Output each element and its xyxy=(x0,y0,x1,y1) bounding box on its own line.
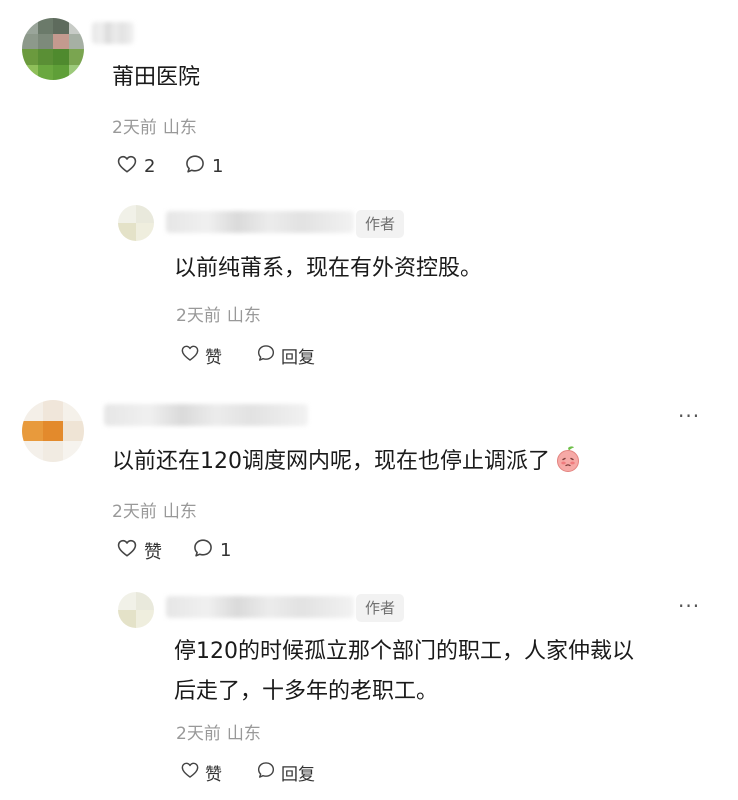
timestamp: 2天前 xyxy=(176,724,221,744)
username-blurred[interactable] xyxy=(166,596,354,618)
reply-text: 以前纯莆系，现在有外资控股。 xyxy=(174,256,483,281)
like-button[interactable]: 赞 xyxy=(180,760,222,785)
avatar[interactable] xyxy=(118,592,154,628)
author-badge: 作者 xyxy=(356,594,405,622)
username-blurred[interactable] xyxy=(166,211,354,233)
username-blurred[interactable] xyxy=(92,22,134,44)
avatar[interactable] xyxy=(118,205,154,241)
like-count: 2 xyxy=(144,156,156,177)
heart-outline-icon xyxy=(180,760,205,785)
like-button[interactable]: 赞 xyxy=(116,537,162,564)
reply-meta: 2天前 山东 xyxy=(176,301,261,326)
comment-body: 以前还在120调度网内呢，现在也停止调派了 xyxy=(112,449,550,474)
reply-text: 停120的时候孤立那个部门的职工，人家仲裁以 后走了，十多年的老职工。 xyxy=(174,632,634,712)
reply-text-line: 后走了，十多年的老职工。 xyxy=(174,679,439,704)
like-button[interactable]: 2 xyxy=(116,153,155,180)
avatar[interactable] xyxy=(22,18,84,80)
timestamp: 2天前 xyxy=(176,306,221,326)
reply-count: 1 xyxy=(212,156,224,177)
speech-bubble-icon xyxy=(192,537,220,564)
reply-meta: 2天前 山东 xyxy=(176,719,261,744)
timestamp: 2天前 xyxy=(112,118,157,138)
reply-button[interactable]: 回复 xyxy=(256,760,315,785)
comment-meta: 2天前 山东 xyxy=(112,497,197,522)
reply-count: 1 xyxy=(220,540,232,561)
reply-label: 回复 xyxy=(281,348,315,368)
speech-bubble-icon xyxy=(256,760,281,785)
like-label: 赞 xyxy=(205,765,222,785)
reply-text-line: 停120的时候孤立那个部门的职工，人家仲裁以 xyxy=(174,639,634,664)
heart-outline-icon xyxy=(116,153,144,180)
location: 山东 xyxy=(226,306,261,326)
location: 山东 xyxy=(162,502,197,522)
comment-text: 莆田医院 xyxy=(112,65,201,90)
location: 山东 xyxy=(162,118,197,138)
timestamp: 2天前 xyxy=(112,502,157,522)
heart-outline-icon xyxy=(116,537,144,564)
more-dots-icon[interactable]: ··· xyxy=(678,404,700,428)
author-badge: 作者 xyxy=(356,210,405,238)
like-label: 赞 xyxy=(144,541,162,563)
avatar[interactable] xyxy=(22,400,84,462)
comment-thread: 莆田医院 2天前 山东 2 1 作者 以前纯莆系，现在有外资控股。 2天前 山东 赞 xyxy=(0,0,738,800)
heart-outline-icon xyxy=(180,343,205,368)
reply-button[interactable]: 回复 xyxy=(256,343,315,368)
more-dots-icon[interactable]: ··· xyxy=(678,594,700,618)
like-label: 赞 xyxy=(205,348,222,368)
comment-meta: 2天前 山东 xyxy=(112,113,197,138)
reply-button[interactable]: 1 xyxy=(192,537,231,564)
like-button[interactable]: 赞 xyxy=(180,343,222,368)
speech-bubble-icon xyxy=(256,343,281,368)
peach-blush-emoji xyxy=(554,445,582,487)
speech-bubble-icon xyxy=(184,153,212,180)
location: 山东 xyxy=(226,724,261,744)
comment-text: 以前还在120调度网内呢，现在也停止调派了 xyxy=(112,442,582,487)
username-blurred[interactable] xyxy=(104,404,308,426)
reply-label: 回复 xyxy=(281,765,315,785)
reply-button[interactable]: 1 xyxy=(184,153,223,180)
